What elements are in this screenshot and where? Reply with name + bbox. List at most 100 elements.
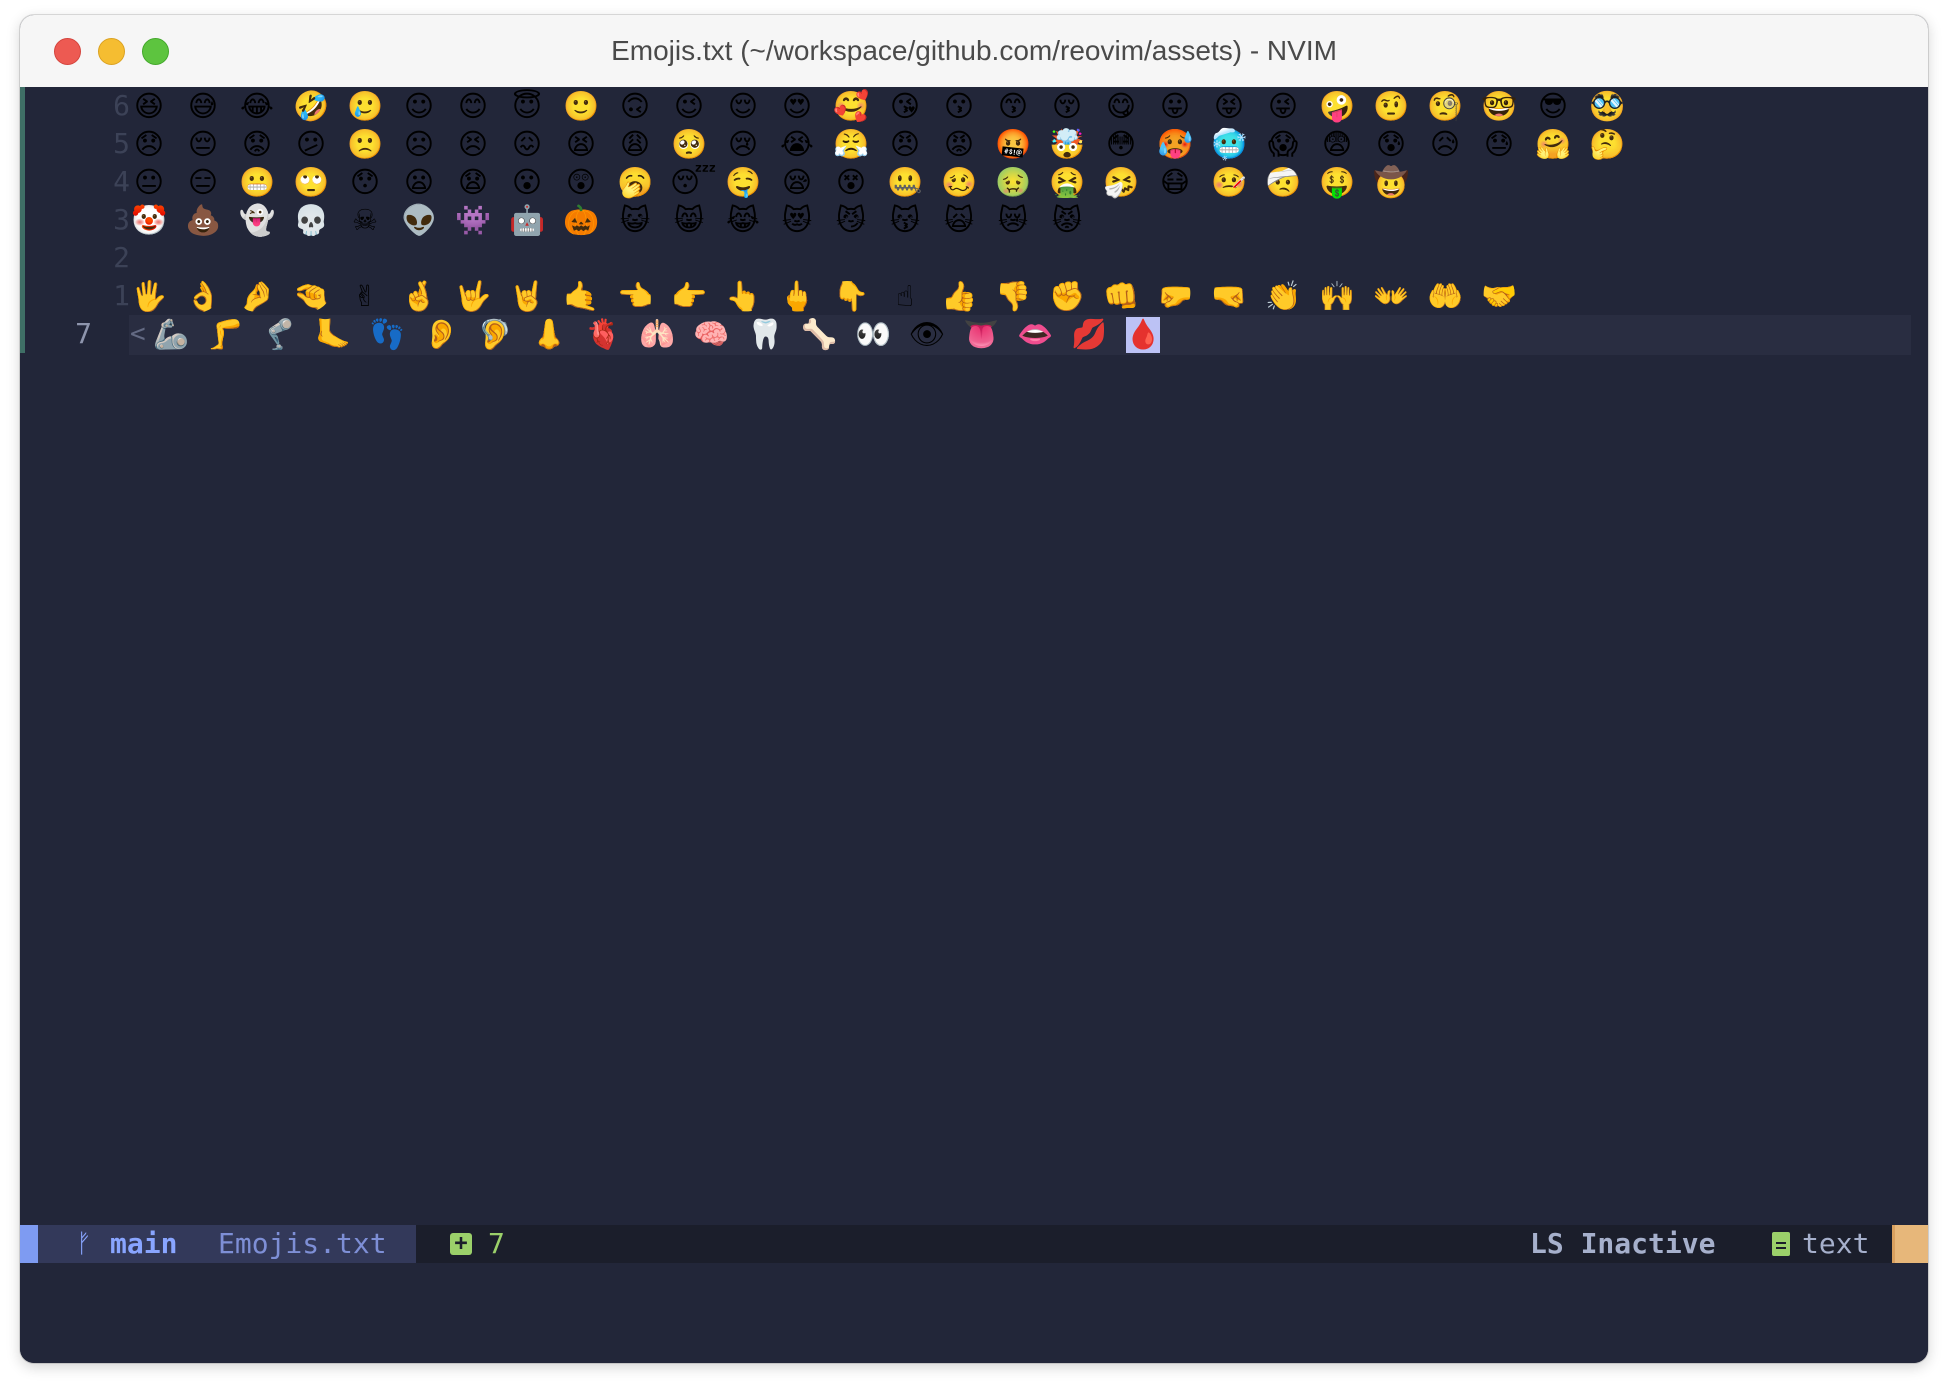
emoji-char: 😰 [1375, 127, 1407, 161]
buffer-line[interactable]: 3 🤡 💩 👻 💀 ☠ 👽 👾 🤖 🎃 😺 😸 😹 😻 😼 😽 🙀 😿 😾 [20, 201, 1928, 239]
emoji-char: 💋 [1070, 317, 1108, 351]
emoji-char: 😝 [1213, 89, 1245, 123]
buffer-line[interactable]: 4 😐 😑 😬 🙄 😯 😦 😧 😮 😲 🥱 😴 🤤 😪 😵 🤐 🥴 🤢 🤮 🤧 😷 🤒 🤕 🤑 🤠 [20, 163, 1928, 201]
emoji-char: 🦵 [206, 317, 244, 351]
emoji-char: 👇 [832, 279, 870, 313]
lsp-status: LS Inactive [1530, 1227, 1716, 1260]
emoji-char: ✊ [1048, 279, 1086, 313]
emoji-char: 😐 [133, 165, 165, 199]
emoji-char: 😬 [238, 165, 276, 199]
emoji-char: 🥸 [1588, 89, 1626, 123]
emoji-char: 😍 [781, 89, 813, 123]
emoji-char: 🤣 [292, 89, 330, 123]
emoji-char: 😊 [457, 89, 489, 123]
emoji-char: 🦶 [314, 317, 352, 351]
emoji-char: 🤬 [994, 127, 1032, 161]
emoji-char: 🫁 [638, 317, 676, 351]
emoji-char: 😆 [133, 89, 165, 123]
status-filename: Emojis.txt [218, 1227, 387, 1260]
filetype-file-icon [1772, 1232, 1790, 1256]
emoji-char: 👾 [454, 203, 492, 237]
emoji-char: 😫 [565, 127, 597, 161]
emoji-char: 👅 [962, 317, 1000, 351]
emoji-char: 🧐 [1426, 89, 1464, 123]
emoji-char: 🙃 [619, 89, 651, 123]
emoji-char: 😛 [1159, 89, 1191, 123]
emoji-char: ☺ [403, 89, 435, 123]
buffer-line[interactable]: 6 😆 😅 😂 🤣 🥲 ☺ 😊 😇 🙂 🙃 😉 😌 😍 🥰 😘 😗 😙 😚 😋 😛 😝 😜 🤪 🤨 🧐 🤓 😎 🥸 [20, 87, 1928, 125]
line-number: 1 [113, 279, 130, 312]
emoji-char: ☠ [352, 203, 378, 237]
emoji-char: 🖕 [778, 279, 816, 313]
emoji-char: 🤤 [724, 165, 762, 199]
line-number: 2 [113, 241, 130, 274]
buffer-line[interactable]: 2 [20, 239, 1928, 277]
emoji-char: 😂 [240, 89, 274, 123]
emoji-char: 🤐 [886, 165, 924, 199]
emoji-char: 😮 [511, 165, 543, 199]
emoji-char: 😎 [1537, 89, 1569, 123]
emoji-char: 😲 [565, 165, 597, 199]
emoji-char: 🦾 [152, 317, 190, 351]
emoji-char: 🦷 [746, 317, 784, 351]
emoji-char: 🤔 [1588, 127, 1626, 161]
emoji-char: 👣 [368, 317, 406, 351]
emoji-char: 😴 [670, 165, 717, 199]
filetype-label: text [1802, 1227, 1870, 1260]
current-line[interactable]: 7 < 🦾 🦵 🦿 🦶 👣 👂 🦻 👃 🫀 🫁 🧠 🦷 🦴 👀 👁 👅 👄 💋 🩸 [20, 315, 1928, 355]
emoji-char: 🫀 [584, 317, 622, 351]
emoji-char: 🤪 [1318, 89, 1356, 123]
emoji-char: 🖐 [130, 279, 168, 313]
emoji-char: 🤖 [508, 203, 546, 237]
emoji-char: 🤑 [1318, 165, 1356, 199]
emoji-char: 🤛 [1156, 279, 1194, 313]
emoji-char: 😳 [1105, 127, 1137, 161]
window-title: Emojis.txt (~/workspace/github.com/reovi… [611, 35, 1337, 66]
line-number: 3 [113, 203, 130, 236]
mode-indicator [20, 1225, 38, 1263]
emoji-char: 😢 [727, 127, 759, 161]
command-line[interactable] [20, 1263, 1928, 1363]
emoji-char: 😓 [1483, 127, 1515, 161]
emoji-char: 😅 [187, 89, 219, 123]
line-number: 6 [113, 89, 130, 122]
emoji-char: 🤮 [1048, 165, 1086, 199]
emoji-char: 👎 [994, 279, 1032, 313]
diff-added-icon: + [450, 1233, 472, 1255]
emoji-char: 🥶 [1210, 127, 1248, 161]
emoji-char: 🤢 [994, 165, 1032, 199]
emoji-char: 🤞 [400, 279, 438, 313]
emoji-char: 🦴 [800, 317, 838, 351]
emoji-char: 🤝 [1480, 279, 1518, 313]
emoji-char: 👐 [1372, 279, 1410, 313]
emoji-char: 🤘 [508, 279, 546, 313]
emoji-char: 🎃 [562, 203, 600, 237]
emoji-char: 😤 [832, 127, 870, 161]
emoji-char: 😧 [457, 165, 489, 199]
emoji-char: 😉 [673, 89, 705, 123]
emoji-char: 👽 [400, 203, 438, 237]
emoji-char: 👊 [1102, 279, 1140, 313]
emoji-char: 😕 [295, 127, 327, 161]
emoji-char: 😦 [403, 165, 435, 199]
emoji-char: 😗 [943, 89, 975, 123]
emoji-char: 😇 [511, 89, 543, 123]
emoji-char: 😱 [1267, 127, 1299, 161]
emoji-char: 🦿 [260, 317, 298, 351]
editor-buffer[interactable]: 6 😆 😅 😂 🤣 🥲 ☺ 😊 😇 🙂 🙃 😉 😌 😍 🥰 😘 😗 😙 😚 😋 😛 😝 😜 🤪 🤨 🧐 🤓 😎 🥸 5 😞 😔 😟 😕 🙁 ☹ 😣 😖 😫 😩… [20, 87, 1928, 1237]
emoji-char: 🤡 [130, 203, 168, 237]
emoji-char: 🤕 [1264, 165, 1302, 199]
emoji-char: 😋 [1105, 89, 1137, 123]
emoji-char: 😜 [1267, 89, 1299, 123]
emoji-char: 🤠 [1372, 165, 1410, 199]
emoji-char: 😔 [187, 127, 219, 161]
emoji-char: ✌ [352, 279, 378, 313]
buffer-line[interactable]: 5 😞 😔 😟 😕 🙁 ☹ 😣 😖 😫 😩 🥺 😢 😭 😤 😠 😡 🤬 🤯 😳 🥵 🥶 😱 😨 😰 😥 😓 🤗 🤔 [20, 125, 1928, 163]
emoji-char: 🥰 [832, 89, 870, 123]
buffer-line[interactable]: 1 🖐 👌 🤌 🤏 ✌ 🤞 🤟 🤘 🤙 👈 👉 👆 🖕 👇 ☝ 👍 👎 ✊ 👊 🤛 🤜 👏 🙌 👐 🤲 🤝 [20, 277, 1928, 315]
emoji-char: 👃 [530, 317, 568, 351]
emoji-char: 💩 [184, 203, 222, 237]
emoji-char: 🙁 [346, 127, 384, 161]
emoji-char: 🧠 [692, 317, 730, 351]
emoji-char: 😷 [1159, 165, 1191, 199]
